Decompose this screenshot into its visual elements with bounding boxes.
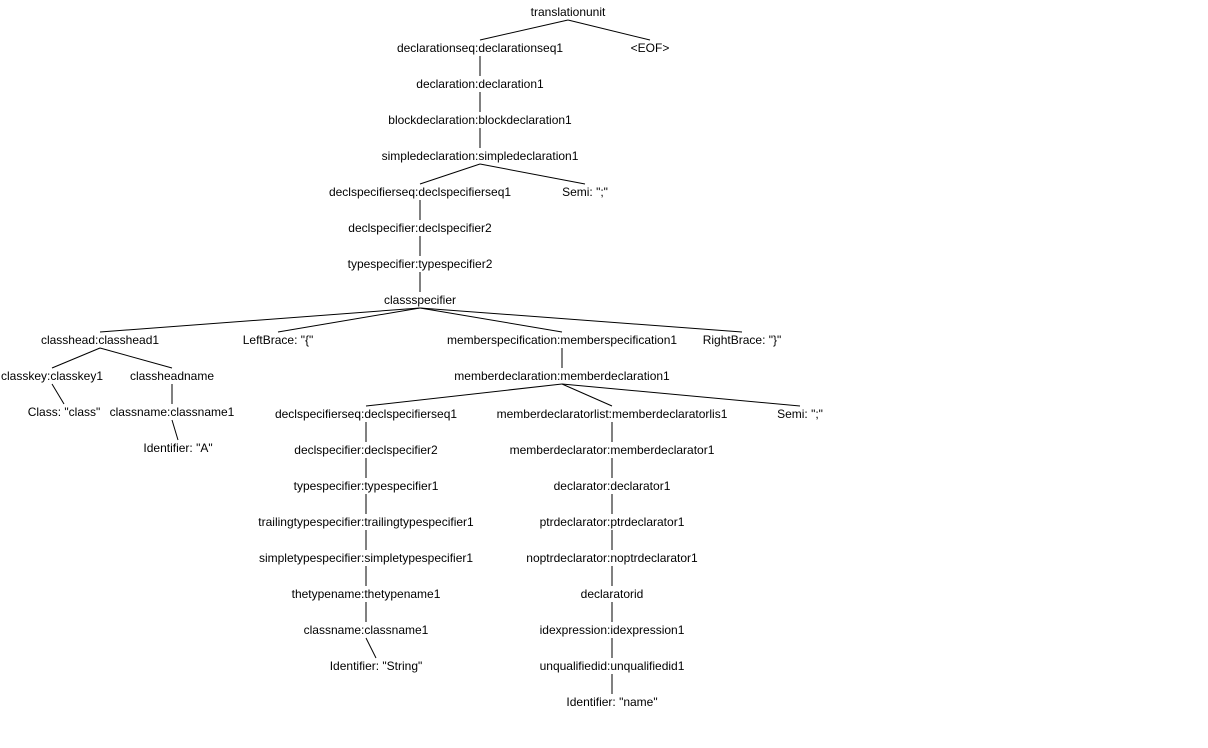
node-trailingtypespecifier: trailingtypespecifier:trailingtypespecif… [258,515,473,529]
node-unqualifiedid: unqualifiedid:unqualifiedid1 [540,659,685,673]
node-typespecifier2: typespecifier:typespecifier2 [348,257,493,271]
node-declarator: declarator:declarator1 [554,479,671,493]
node-noptrdeclarator: noptrdeclarator:noptrdeclarator1 [526,551,697,565]
node-classname-string: classname:classname1 [304,623,429,637]
node-simpletypespecifier: simpletypespecifier:simpletypespecifier1 [259,551,473,565]
node-declspecifier-top: declspecifier:declspecifier2 [348,221,491,235]
node-declspecifierseq-top: declspecifierseq:declspecifierseq1 [329,185,511,199]
node-memberspecification: memberspecification:memberspecification1 [447,333,677,347]
node-memberdeclaration: memberdeclaration:memberdeclaration1 [454,369,669,383]
node-classhead: classhead:classhead1 [41,333,159,347]
node-typespecifier1: typespecifier:typespecifier1 [294,479,439,493]
node-identifier-a: Identifier: "A" [143,441,212,455]
node-class-keyword: Class: "class" [28,405,101,419]
node-declaration: declaration:declaration1 [416,77,543,91]
node-classkey: classkey:classkey1 [1,369,103,383]
node-declarationseq: declarationseq:declarationseq1 [397,41,563,55]
node-leftbrace: LeftBrace: "{" [243,333,314,347]
node-classheadname: classheadname [130,369,214,383]
node-simpledeclaration: simpledeclaration:simpledeclaration1 [382,149,579,163]
node-idexpression: idexpression:idexpression1 [540,623,685,637]
node-ptrdeclarator: ptrdeclarator:ptrdeclarator1 [540,515,685,529]
node-classname-a: classname:classname1 [110,405,235,419]
node-identifier-string: Identifier: "String" [330,659,423,673]
node-memberdeclaratorlist: memberdeclaratorlist:memberdeclaratorlis… [497,407,728,421]
node-classspecifier: classspecifier [384,293,456,307]
node-thetypename: thetypename:thetypename1 [292,587,441,601]
node-semi-member: Semi: ";" [777,407,823,421]
node-memberdeclarator: memberdeclarator:memberdeclarator1 [510,443,715,457]
node-declspecifierseq-member: declspecifierseq:declspecifierseq1 [275,407,457,421]
node-declaratorid: declaratorid [581,587,644,601]
node-blockdeclaration: blockdeclaration:blockdeclaration1 [388,113,571,127]
node-eof: <EOF> [631,41,670,55]
node-translationunit: translationunit [531,5,606,19]
node-identifier-name: Identifier: "name" [566,695,657,709]
node-declspecifier-member: declspecifier:declspecifier2 [294,443,437,457]
node-rightbrace: RightBrace: "}" [703,333,782,347]
node-semi-top: Semi: ";" [562,185,608,199]
parse-tree-diagram: translationunit declarationseq:declarati… [0,0,1208,748]
